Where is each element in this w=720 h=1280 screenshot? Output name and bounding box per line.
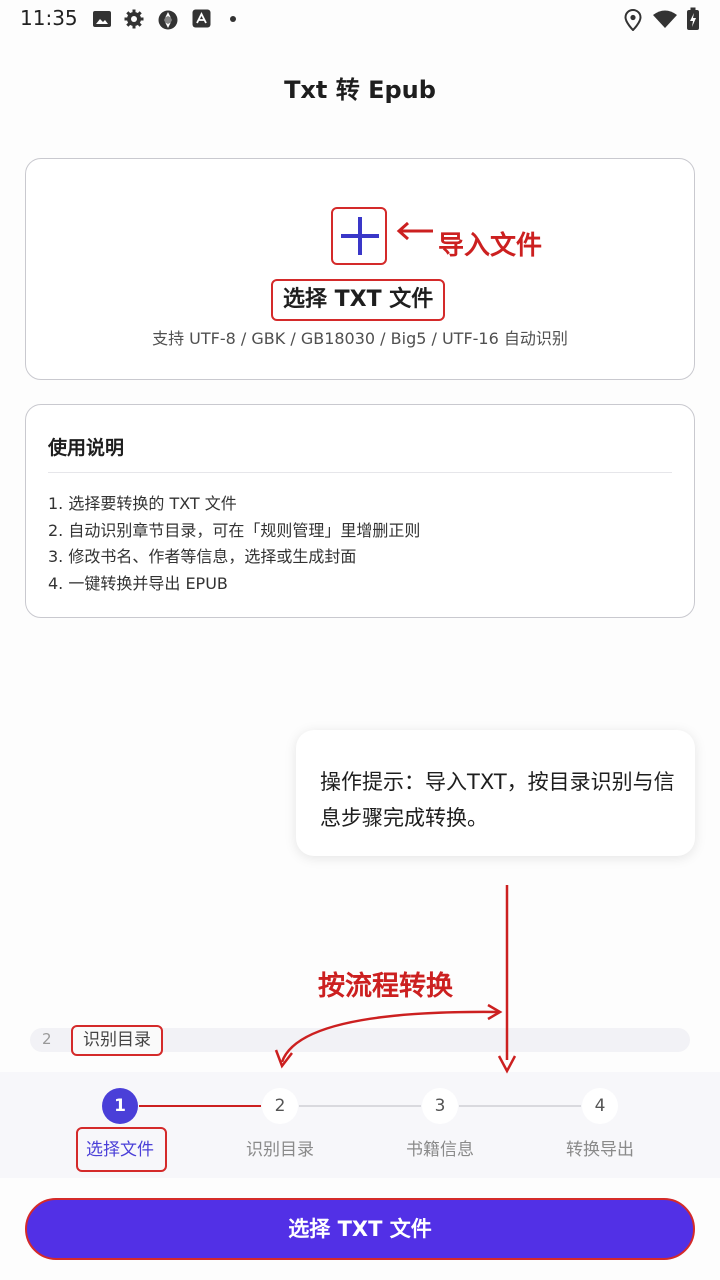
curved-arrow — [280, 1010, 499, 1063]
select-txt-button[interactable]: 选择 TXT 文件 — [25, 1198, 695, 1260]
flow-arrows — [274, 885, 517, 1074]
screen: 11:35 Txt 转 Epub 导入文件 选择 TXT 文件 支持 UTF-8… — [0, 0, 720, 1280]
